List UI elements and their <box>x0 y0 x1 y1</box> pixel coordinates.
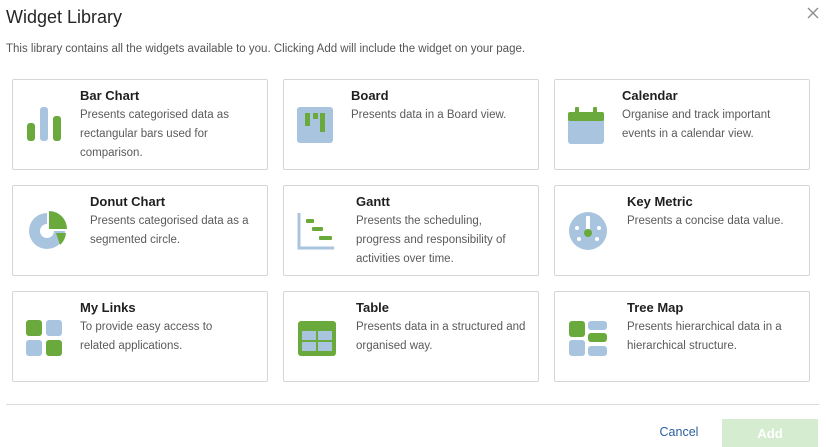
widget-card-calendar[interactable]: Calendar Organise and track important ev… <box>554 79 810 170</box>
my-links-icon <box>26 320 62 356</box>
widget-library-dialog: Widget Library This library contains all… <box>0 0 826 447</box>
table-icon <box>298 321 336 356</box>
widget-card-gantt[interactable]: Gantt Presents the scheduling, progress … <box>283 185 539 276</box>
widget-card-board[interactable]: Board Presents data in a Board view. <box>283 79 539 170</box>
widget-name: Tree Map <box>627 300 684 315</box>
widget-description: Presents categorised data as a segmented… <box>90 215 249 246</box>
widget-name: Donut Chart <box>90 194 166 209</box>
widget-description: Presents the scheduling, progress and re… <box>356 215 506 265</box>
widget-name: Table <box>356 300 389 315</box>
widget-description: To provide easy access to related applic… <box>80 321 213 352</box>
widget-description: Presents data in a Board view. <box>351 109 507 121</box>
widget-card-table[interactable]: Table Presents data in a structured and … <box>283 291 539 382</box>
widget-description: Presents data in a structured and organi… <box>356 321 526 352</box>
widget-card-tree-map[interactable]: Tree Map Presents hierarchical data in a… <box>554 291 810 382</box>
widget-name: Bar Chart <box>80 88 140 103</box>
widget-description: Presents hierarchical data in a hierarch… <box>627 321 782 352</box>
widget-name: My Links <box>80 300 136 315</box>
donut-chart-icon <box>29 211 67 249</box>
bar-chart-icon <box>27 107 61 141</box>
widget-card-bar-chart[interactable]: Bar Chart Presents categorised data as r… <box>12 79 268 170</box>
widget-name: Gantt <box>356 194 390 209</box>
widget-name: Board <box>351 88 389 103</box>
widget-card-donut-chart[interactable]: Donut Chart Presents categorised data as… <box>12 185 268 276</box>
widget-description: Presents categorised data as rectangular… <box>80 109 229 159</box>
widget-name: Key Metric <box>627 194 693 209</box>
widget-description: Organise and track important events in a… <box>622 109 771 140</box>
board-icon <box>297 107 333 143</box>
footer-divider <box>6 404 819 405</box>
widget-description: Presents a concise data value. <box>627 215 784 227</box>
widget-name: Calendar <box>622 88 678 103</box>
widget-card-key-metric[interactable]: Key Metric Presents a concise data value… <box>554 185 810 276</box>
cancel-button[interactable]: Cancel <box>646 419 712 445</box>
close-icon[interactable] <box>805 5 821 21</box>
tree-map-icon <box>569 321 607 356</box>
add-button[interactable]: Add <box>722 419 818 447</box>
dialog-title: Widget Library <box>6 7 123 27</box>
key-metric-icon <box>569 212 607 250</box>
dialog-description: This library contains all the widgets av… <box>6 43 526 55</box>
widget-card-my-links[interactable]: My Links To provide easy access to relat… <box>12 291 268 382</box>
calendar-icon <box>568 107 604 144</box>
gantt-icon <box>297 213 334 250</box>
